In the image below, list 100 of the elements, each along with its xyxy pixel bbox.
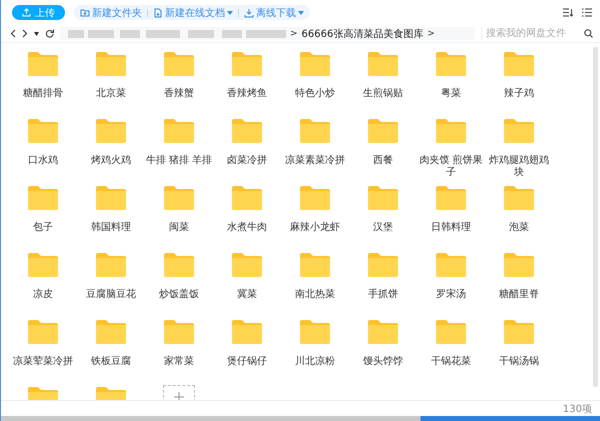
breadcrumb-link[interactable]: 66666张高清菜品美食图库	[302, 26, 424, 40]
folder-name[interactable]: 凉菜荤菜冷拼	[9, 356, 77, 368]
upload-icon	[22, 8, 31, 17]
forward-icon[interactable]	[22, 29, 28, 38]
folder-icon[interactable]	[300, 186, 330, 210]
refresh-icon[interactable]	[45, 29, 54, 38]
folder-name[interactable]: 口水鸡	[9, 155, 77, 167]
folder-icon[interactable]	[164, 253, 194, 277]
folder-name[interactable]: 糖醋排骨	[9, 88, 77, 100]
folder-icon[interactable]	[504, 253, 534, 277]
redacted-block	[68, 30, 84, 38]
folder-icon[interactable]	[504, 119, 534, 143]
folder-icon[interactable]	[96, 320, 126, 344]
folder-name[interactable]: 生煎锅贴	[349, 88, 417, 100]
folder-name[interactable]: 糖醋里脊	[485, 289, 553, 301]
folder-icon[interactable]	[164, 186, 194, 210]
folder-name[interactable]: 辣子鸡	[485, 88, 553, 100]
folder-icon[interactable]	[504, 320, 534, 344]
folder-icon[interactable]	[504, 186, 534, 210]
folder-icon[interactable]	[232, 119, 262, 143]
folder-name[interactable]: 水煮牛肉	[213, 222, 281, 234]
back-icon[interactable]	[10, 29, 16, 38]
folder-name[interactable]: 北京菜	[77, 88, 145, 100]
sort-icon[interactable]	[563, 8, 573, 17]
folder-icon[interactable]	[368, 253, 398, 277]
redacted-block	[146, 30, 180, 38]
scrollbar[interactable]	[593, 47, 598, 387]
folder-icon[interactable]	[28, 186, 58, 210]
folder-name[interactable]: 干锅花菜	[417, 356, 485, 368]
folder-name[interactable]: 罗宋汤	[417, 289, 485, 301]
folder-name[interactable]: 手抓饼	[349, 289, 417, 301]
folder-icon[interactable]	[96, 186, 126, 210]
folder-name[interactable]: 冀菜	[213, 289, 281, 301]
folder-name[interactable]: 煲仔锅仔	[213, 356, 281, 368]
folder-icon[interactable]	[28, 320, 58, 344]
folder-name[interactable]: 南北热菜	[281, 289, 349, 301]
folder-name[interactable]: 卤菜冷拼	[213, 155, 281, 167]
redacted-block	[222, 30, 242, 38]
folder-name[interactable]: 馒头饽饽	[349, 356, 417, 368]
folder-icon[interactable]	[96, 52, 126, 76]
folder-icon[interactable]	[300, 119, 330, 143]
caret-icon[interactable]	[34, 32, 39, 36]
folder-name[interactable]: 豆腐脑豆花	[77, 289, 145, 301]
folder-name[interactable]: 肉夹馍 煎饼果子	[417, 155, 485, 179]
folder-name[interactable]: 铁板豆腐	[77, 356, 145, 368]
folder-name[interactable]: 凉皮	[9, 289, 77, 301]
list-view-icon[interactable]	[582, 8, 592, 17]
folder-icon[interactable]	[300, 52, 330, 76]
folder-name[interactable]: 川北凉粉	[281, 356, 349, 368]
folder-icon[interactable]	[232, 52, 262, 76]
folder-icon[interactable]	[96, 119, 126, 143]
redacted-block	[246, 30, 286, 38]
folder-icon[interactable]	[232, 320, 262, 344]
folder-icon[interactable]	[300, 253, 330, 277]
folder-name[interactable]: 干锅汤锅	[485, 356, 553, 368]
folder-icon[interactable]	[504, 52, 534, 76]
folder-icon[interactable]	[28, 253, 58, 277]
folder-name[interactable]: 西餐	[349, 155, 417, 167]
folder-name[interactable]: 闽菜	[145, 222, 213, 234]
folder-icon[interactable]	[368, 52, 398, 76]
breadcrumb-separator: >	[427, 28, 435, 38]
folder-icon[interactable]	[436, 119, 466, 143]
folder-icon[interactable]	[164, 320, 194, 344]
folder-icon[interactable]	[436, 186, 466, 210]
folder-icon[interactable]	[300, 320, 330, 344]
folder-plus-icon	[80, 8, 90, 18]
folder-name[interactable]: 香辣烤鱼	[213, 88, 281, 100]
folder-icon[interactable]	[436, 52, 466, 76]
folder-name[interactable]: 麻辣小龙虾	[281, 222, 349, 234]
folder-icon[interactable]	[164, 52, 194, 76]
folder-name[interactable]: 泡菜	[485, 222, 553, 234]
redacted-block	[188, 30, 214, 38]
folder-name[interactable]: 韩国料理	[77, 222, 145, 234]
folder-icon[interactable]	[28, 52, 58, 76]
folder-name[interactable]: 炒饭盖饭	[145, 289, 213, 301]
folder-icon[interactable]	[28, 119, 58, 143]
folder-name[interactable]: 汉堡	[349, 222, 417, 234]
folder-name[interactable]: 牛排 猪排 羊排	[145, 155, 213, 167]
folder-name[interactable]: 烤鸡火鸡	[77, 155, 145, 167]
folder-icon[interactable]	[232, 253, 262, 277]
redacted-block	[120, 30, 140, 38]
folder-icon[interactable]	[368, 119, 398, 143]
folder-name[interactable]: 炸鸡腿鸡翅鸡块	[485, 155, 553, 179]
folder-name[interactable]: 日韩料理	[417, 222, 485, 234]
folder-icon[interactable]	[368, 186, 398, 210]
folder-icon[interactable]	[232, 186, 262, 210]
folder-name[interactable]: 特色小炒	[281, 88, 349, 100]
folder-name[interactable]: 凉菜素菜冷拼	[281, 155, 349, 167]
item-count: 130项	[562, 402, 592, 416]
folder-name[interactable]: 粤菜	[417, 88, 485, 100]
folder-icon[interactable]	[436, 253, 466, 277]
folder-icon[interactable]	[164, 119, 194, 143]
breadcrumb-separator: >	[290, 28, 298, 38]
search-icon[interactable]	[584, 29, 593, 38]
folder-icon[interactable]	[436, 320, 466, 344]
folder-icon[interactable]	[96, 253, 126, 277]
folder-name[interactable]: 家常菜	[145, 356, 213, 368]
folder-icon[interactable]	[368, 320, 398, 344]
folder-name[interactable]: 包子	[9, 222, 77, 234]
folder-name[interactable]: 香辣蟹	[145, 88, 213, 100]
